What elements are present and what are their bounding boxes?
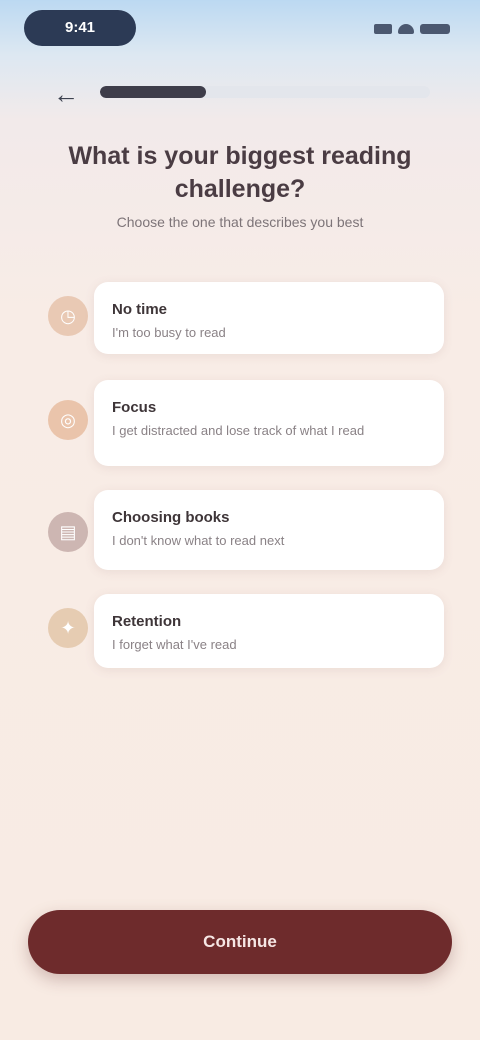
option-card[interactable]: Choosing books I don't know what to read… xyxy=(94,490,444,570)
continue-button[interactable]: Continue xyxy=(28,910,452,974)
memory-icon: ✦ xyxy=(48,608,88,648)
status-icons xyxy=(374,22,450,36)
status-time: 9:41 xyxy=(24,10,136,46)
option-description: I get distracted and lose track of what … xyxy=(112,423,365,438)
focus-icon: ◎ xyxy=(48,400,88,440)
page-title: What is your biggest reading challenge? xyxy=(68,142,412,203)
options-list: ◷ No time I'm too busy to read ◎ Focus I… xyxy=(40,276,450,668)
option-focus[interactable]: ◎ Focus I get distracted and lose track … xyxy=(40,380,450,466)
option-title: Retention xyxy=(112,613,182,630)
battery-icon xyxy=(420,24,450,34)
option-choosing-books[interactable]: ▤ Choosing books I don't know what to re… xyxy=(40,490,450,570)
progress-bar xyxy=(100,86,430,98)
arrow-left-icon: ← xyxy=(53,78,79,109)
book-icon: ▤ xyxy=(48,512,88,552)
clock-icon: ◷ xyxy=(48,296,88,336)
page-subtitle: Choose the one that describes you best xyxy=(116,214,364,230)
option-card[interactable]: Focus I get distracted and lose track of… xyxy=(94,380,444,466)
option-title: Choosing books xyxy=(112,509,230,526)
option-card[interactable]: No time I'm too busy to read xyxy=(94,282,444,354)
option-retention[interactable]: ✦ Retention I forget what I've read xyxy=(40,594,450,668)
header: ← xyxy=(0,66,480,122)
wifi-icon xyxy=(398,24,414,34)
screen: 9:41 ← What is your biggest reading chal… xyxy=(0,0,480,1040)
signal-icon xyxy=(374,24,392,34)
option-description: I don't know what to read next xyxy=(112,533,285,548)
option-card[interactable]: Retention I forget what I've read xyxy=(94,594,444,668)
option-description: I'm too busy to read xyxy=(112,325,226,340)
option-description: I forget what I've read xyxy=(112,637,237,652)
option-title: No time xyxy=(112,301,168,318)
back-button[interactable]: ← xyxy=(46,74,86,114)
option-title: Focus xyxy=(112,399,157,416)
option-no-time[interactable]: ◷ No time I'm too busy to read xyxy=(40,276,450,356)
status-bar: 9:41 xyxy=(0,0,480,58)
progress-fill xyxy=(100,86,206,98)
